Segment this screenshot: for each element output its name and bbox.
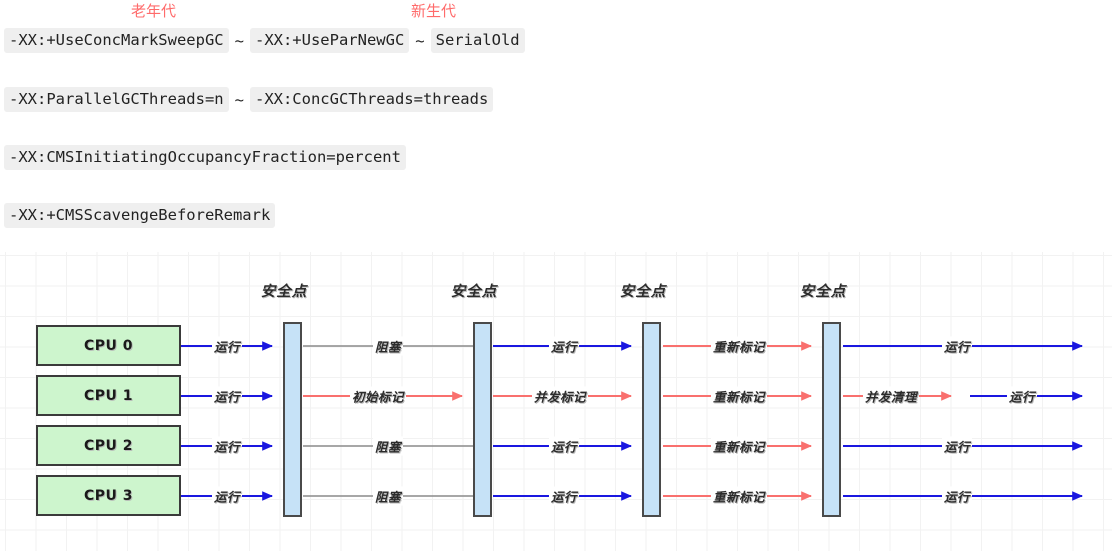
safepoint-label: 安全点 (799, 284, 847, 300)
timeline-segment-label: 运行 (941, 436, 973, 456)
safepoint-bar (822, 322, 841, 517)
safepoint-bar (283, 322, 302, 517)
timeline-segment-label: 重新标记 (710, 336, 768, 356)
timeline-segment-label: 运行 (941, 336, 973, 356)
safepoint-label: 安全点 (619, 284, 667, 300)
cpu-box: CPU 3 (36, 475, 181, 516)
jvm-option-code: -XX:+CMSScavengeBeforeRemark (4, 203, 276, 228)
option-separator: ~ (234, 90, 244, 109)
cpu-box: CPU 0 (36, 325, 181, 366)
safepoint-bar (642, 322, 661, 517)
jvm-option-code: SerialOld (430, 28, 525, 53)
cpu-label: CPU 1 (83, 387, 134, 404)
jvm-option-line: -XX:+UseConcMarkSweepGC ~ -XX:+UseParNewGC… (4, 28, 525, 53)
jvm-option-line: -XX:ParallelGCThreads=n ~ -XX:ConcGCThread… (4, 87, 494, 112)
jvm-option-code: -XX:CMSInitiatingOccupancyFraction=perce… (4, 145, 406, 170)
safepoint-label: 安全点 (260, 284, 308, 300)
cpu-label: CPU 3 (83, 487, 134, 504)
option-separator: ~ (415, 31, 425, 50)
jvm-option-code: -XX:ConcGCThreads=threads (249, 87, 494, 112)
timeline-segment-label: 重新标记 (710, 386, 768, 406)
jvm-option-line: -XX:CMSInitiatingOccupancyFraction=perce… (4, 145, 406, 170)
young-generation-annotation: 新生代 (411, 2, 457, 20)
jvm-option-code: -XX:ParallelGCThreads=n (4, 87, 229, 112)
cpu-label: CPU 2 (83, 437, 134, 454)
option-separator: ~ (234, 31, 244, 50)
timeline-segment-label: 初始标记 (349, 386, 407, 406)
timeline-segment-label: 并发清理 (862, 386, 920, 406)
timeline-segment-label: 重新标记 (710, 436, 768, 456)
timeline-segment-label: 阻塞 (372, 436, 404, 456)
cpu-box: CPU 1 (36, 375, 181, 416)
timeline-segment-label: 重新标记 (710, 486, 768, 506)
timeline-segment-label: 运行 (548, 436, 580, 456)
timeline-segment-label: 运行 (211, 486, 243, 506)
jvm-option-line: -XX:+CMSScavengeBeforeRemark (4, 203, 276, 228)
timeline-segment-label: 运行 (211, 436, 243, 456)
old-generation-annotation: 老年代 (131, 2, 177, 20)
timeline-segment-label: 阻塞 (372, 336, 404, 356)
timeline-segment-label: 运行 (941, 486, 973, 506)
timeline-segment-label: 并发标记 (531, 386, 589, 406)
timeline-segment-label: 运行 (548, 486, 580, 506)
jvm-option-code: -XX:+UseParNewGC (249, 28, 410, 53)
cpu-box: CPU 2 (36, 425, 181, 466)
timeline-segment-label: 运行 (548, 336, 580, 356)
timeline-segment-label: 阻塞 (372, 486, 404, 506)
safepoint-bar (473, 322, 492, 517)
jvm-option-code: -XX:+UseConcMarkSweepGC (4, 28, 229, 53)
safepoint-label: 安全点 (450, 284, 498, 300)
timeline-segment-label: 运行 (211, 336, 243, 356)
timeline-segment-label: 运行 (1006, 386, 1038, 406)
timeline-segment-label: 运行 (211, 386, 243, 406)
cms-gc-timeline-diagram: CPU 0 CPU 1 CPU 2 CPU 3 安全点 安全点 安全点 安全点 运行 运行 运行… (0, 252, 1112, 551)
cpu-label: CPU 0 (83, 337, 134, 354)
screenshot-root: 老年代 新生代 -XX:+UseConcMarkSweepGC ~ -XX:+Use… (0, 0, 1112, 551)
